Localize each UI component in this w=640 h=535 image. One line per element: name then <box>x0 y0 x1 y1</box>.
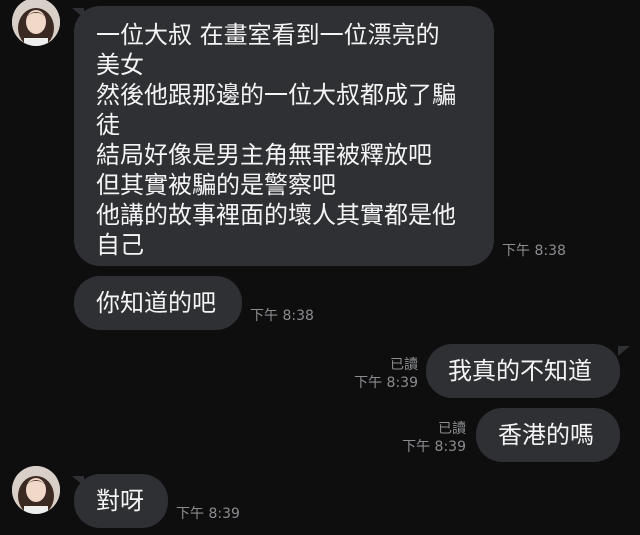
message-text: 你知道的吧 <box>96 289 216 317</box>
message-bubble-incoming[interactable]: 對呀 <box>74 474 168 528</box>
message-timestamp: 下午 8:39 <box>402 439 466 455</box>
contact-avatar-icon[interactable] <box>12 0 60 46</box>
chat-screen: 一位大叔 在畫室看到一位漂亮的 美女 然後他跟那邊的一位大叔都成了騙 徒 結局好… <box>0 0 640 535</box>
message-text: 然後他跟那邊的一位大叔都成了騙 <box>96 81 456 109</box>
message-timestamp: 下午 8:38 <box>502 243 566 259</box>
bubble-tail <box>618 346 630 356</box>
message-text: 徒 <box>96 111 120 139</box>
message-bubble-incoming[interactable]: 一位大叔 在畫室看到一位漂亮的 美女 然後他跟那邊的一位大叔都成了騙 徒 結局好… <box>74 6 494 266</box>
message-timestamp: 下午 8:39 <box>354 375 418 391</box>
message-bubble-outgoing[interactable]: 我真的不知道 <box>426 344 620 398</box>
message-text: 他講的故事裡面的壞人其實都是他 <box>96 201 456 229</box>
message-bubble-outgoing[interactable]: 香港的嗎 <box>476 408 620 462</box>
read-receipt: 已讀 下午 8:39 <box>388 420 466 456</box>
message-text: 我真的不知道 <box>448 357 592 385</box>
message-text: 自己 <box>96 231 144 259</box>
message-timestamp: 下午 8:38 <box>250 308 314 324</box>
message-timestamp: 下午 8:39 <box>176 506 240 522</box>
message-text: 對呀 <box>96 487 144 515</box>
message-text: 香港的嗎 <box>498 421 594 449</box>
contact-avatar-icon[interactable] <box>12 466 60 514</box>
read-receipt: 已讀 下午 8:39 <box>340 356 418 392</box>
message-text: 但其實被騙的是警察吧 <box>96 171 336 199</box>
message-text: 結局好像是男主角無罪被釋放吧 <box>96 141 432 169</box>
message-text: 一位大叔 在畫室看到一位漂亮的 <box>96 21 440 49</box>
message-text: 美女 <box>96 51 144 79</box>
message-bubble-incoming[interactable]: 你知道的吧 <box>74 276 242 330</box>
